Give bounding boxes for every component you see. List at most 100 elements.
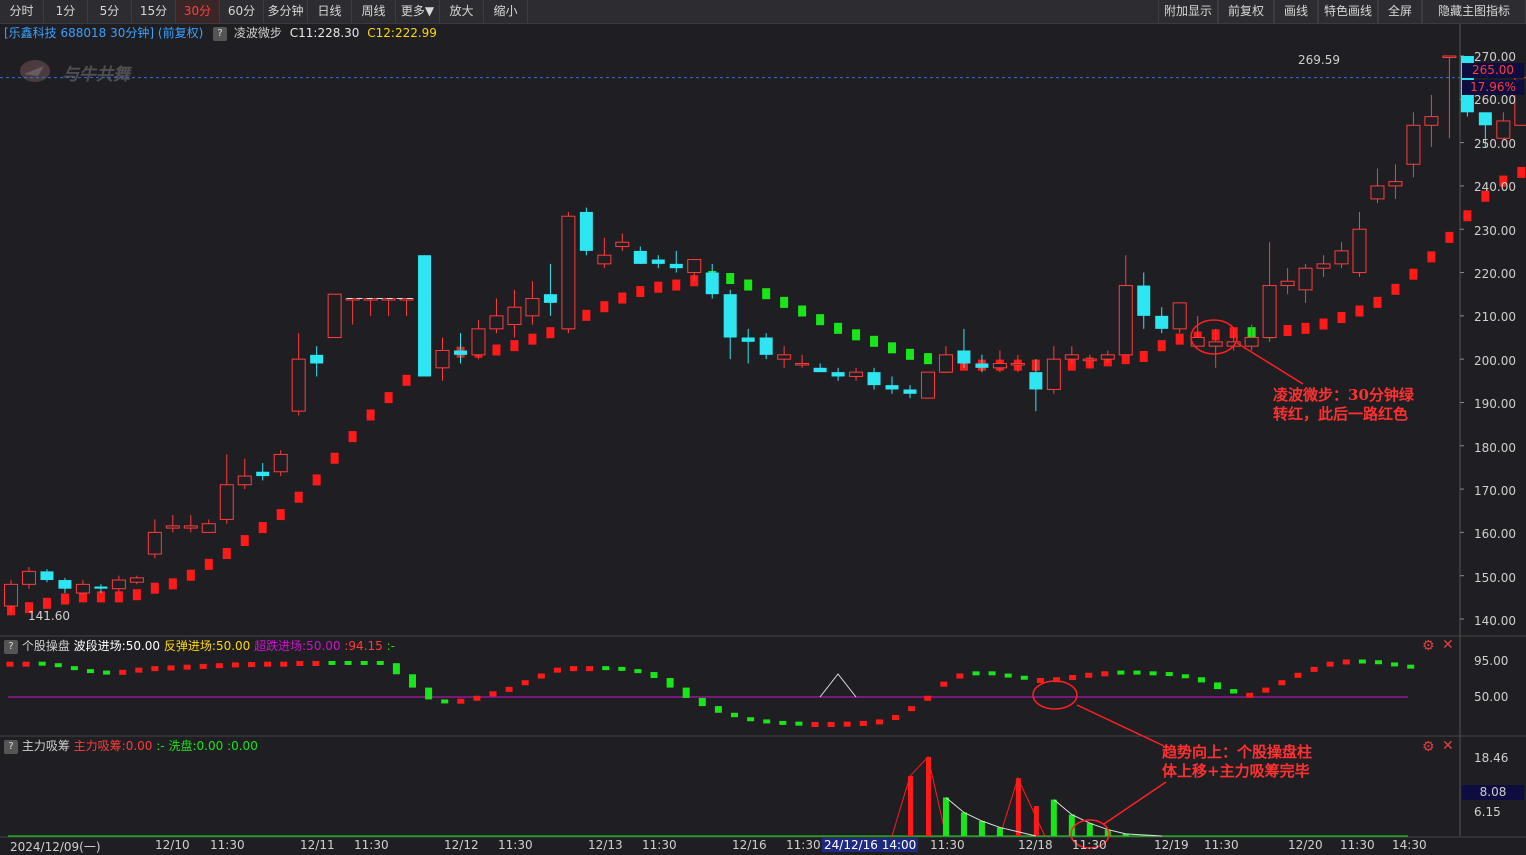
panel1-bar: [296, 660, 304, 666]
panel1-bar: [537, 673, 545, 679]
lingbo-block: [582, 309, 591, 321]
lingbo-block: [1319, 318, 1328, 330]
panel1-bar: [360, 660, 368, 665]
panel1-bar: [1294, 672, 1302, 678]
panel1-bar: [312, 660, 320, 666]
candle-body: [94, 586, 108, 589]
time-tick: 11:30: [498, 838, 533, 852]
panel1-bar: [87, 669, 94, 674]
panel1-bar: [1358, 659, 1366, 664]
panel2-current-badge: 8.08: [1462, 785, 1524, 800]
candle-body: [201, 523, 216, 533]
time-tick: 11:30: [210, 838, 245, 852]
candle-body: [237, 475, 252, 486]
panel1-bar: [682, 687, 690, 698]
panel1-bar: [650, 672, 658, 678]
candle-body: [454, 350, 467, 355]
panel1-bar: [1197, 677, 1205, 683]
candle-body: [975, 363, 989, 368]
candle-body: [1244, 337, 1259, 347]
panel1-bar: [457, 698, 465, 704]
lingbo-block: [150, 582, 159, 594]
panel2-close-icon[interactable]: ✕: [1442, 738, 1454, 754]
price-tick: 210.00: [1474, 310, 1516, 325]
panel1-bar: [248, 662, 255, 668]
panel2-name[interactable]: 主力吸筹: [22, 739, 70, 753]
lingbo-block: [258, 522, 267, 534]
time-tick: 12/20: [1288, 838, 1323, 852]
time-tick: 12/16: [732, 838, 767, 852]
time-tick: 11:30: [930, 838, 965, 852]
lingbo-block: [204, 558, 213, 570]
panel1-bar: [1375, 660, 1382, 665]
panel1-bar: [924, 695, 932, 701]
candle-body: [1280, 280, 1295, 287]
annotation-pointer: [1076, 704, 1165, 747]
panel1-name[interactable]: 个股操盘: [22, 639, 70, 653]
candle-body: [849, 371, 864, 377]
candle-body: [1137, 285, 1151, 316]
panel1-bar: [731, 712, 738, 718]
panel1-bar: [1246, 692, 1254, 698]
price-tick: 260.00: [1474, 93, 1516, 108]
panel1-bar: [586, 666, 594, 672]
candle-body: [615, 241, 630, 248]
candle-body: [669, 263, 683, 269]
panel1-bar: [908, 706, 916, 712]
panel2-settings-icon[interactable]: ⚙: [1422, 739, 1435, 755]
panel1-bar: [1181, 674, 1189, 679]
lingbo-block: [402, 374, 411, 386]
candle-body: [1082, 358, 1097, 362]
candle-body: [795, 362, 810, 366]
candle-body: [165, 525, 180, 529]
panel1-bar: [1310, 666, 1318, 672]
candle-body: [507, 306, 522, 326]
time-tick: 12/11: [300, 838, 335, 852]
help-icon[interactable]: ?: [4, 639, 18, 654]
candle-body: [651, 259, 665, 264]
time-tick: 11:30: [1340, 838, 1375, 852]
panel1-bar: [1262, 687, 1270, 693]
panel1-bar: [70, 666, 78, 671]
price-tick: 240.00: [1474, 180, 1516, 195]
lingbo-block: [1337, 312, 1346, 324]
panel1-bar: [634, 669, 642, 674]
time-tick: 12/13: [588, 838, 623, 852]
panel1-value-a: 波段进场:50.00: [73, 639, 161, 653]
panel1-bar: [231, 662, 239, 668]
candle-body: [1370, 185, 1385, 200]
lingbo-block: [1355, 305, 1364, 317]
candle-body: [40, 571, 54, 581]
time-tick: 12/12: [444, 838, 479, 852]
panel1-bar: [1326, 661, 1334, 667]
lingbo-block: [888, 342, 897, 354]
panel1-bar: [763, 719, 771, 724]
panel1-bar: [1085, 672, 1093, 678]
time-tick: 11:30: [1072, 838, 1107, 852]
kline-chart[interactable]: [0, 0, 1526, 855]
panel2-value-b: :-: [156, 739, 165, 753]
candle-body: [992, 362, 1007, 369]
lingbo-block: [726, 273, 735, 285]
lingbo-block: [1175, 333, 1184, 345]
panel1-settings-icon[interactable]: ⚙: [1422, 638, 1435, 654]
panel1-bar: [38, 661, 46, 666]
candle-body: [920, 371, 935, 399]
lingbo-block: [168, 578, 177, 590]
lingbo-block: [654, 281, 663, 293]
candle-body: [543, 294, 557, 303]
panel1-bar: [698, 697, 706, 707]
panel1-value-d: :94.15: [344, 639, 383, 653]
lingbo-block: [1373, 296, 1382, 308]
candle-body: [1208, 341, 1223, 347]
panel1-bar: [183, 664, 191, 670]
lingbo-block: [312, 474, 321, 486]
lingbo-block: [366, 409, 375, 421]
time-tick: 11:30: [354, 838, 389, 852]
help-icon[interactable]: ?: [4, 739, 18, 754]
panel1-close-icon[interactable]: ✕: [1442, 637, 1454, 653]
panel2-green-bar: [978, 821, 985, 836]
panel1-bar: [988, 671, 996, 676]
panel1-bar: [167, 665, 175, 671]
lingbo-block: [546, 327, 555, 339]
